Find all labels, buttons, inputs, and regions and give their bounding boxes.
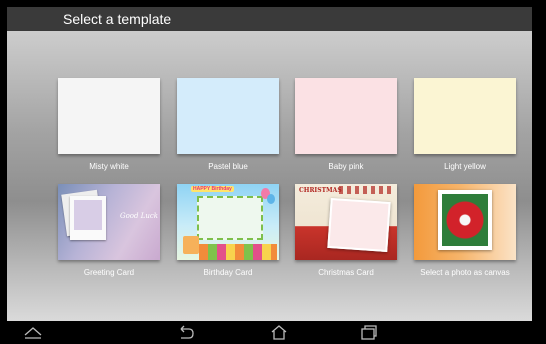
template-label: Greeting Card [83,268,135,277]
template-label: Pastel blue [208,162,248,171]
recent-up-icon[interactable] [24,325,42,339]
template-misty-white[interactable]: Misty white [58,78,160,171]
template-label: Light yellow [444,162,486,171]
template-light-yellow[interactable]: Light yellow [414,78,516,171]
template-label: Christmas Card [318,268,374,277]
template-greeting-card[interactable]: Good Luck Greeting Card [58,184,160,277]
template-thumbnail [414,184,516,260]
template-photo-canvas[interactable]: Select a photo as canvas [414,184,516,277]
gifts-decoration [199,244,277,260]
page-title: Select a template [63,11,172,27]
template-label: Misty white [89,162,129,171]
ornament-decoration [339,186,393,194]
photo-frame [70,196,106,240]
cake-icon [183,236,199,254]
card-text: HAPPY Birthday [191,186,234,192]
template-pastel-blue[interactable]: Pastel blue [177,78,279,171]
template-thumbnail [58,78,160,154]
card-text: Good Luck [120,212,159,220]
photo-frame [438,190,492,250]
recent-apps-icon[interactable] [360,325,378,340]
photo-frame [197,196,263,240]
title-bar: Select a template [7,7,532,31]
template-thumbnail [177,78,279,154]
template-baby-pink[interactable]: Baby pink [295,78,397,171]
template-picker-screen: Select a template Misty white Pastel blu… [7,7,532,321]
balloon-icon [267,194,275,204]
template-thumbnail: Good Luck [58,184,160,260]
system-navigation-bar [0,321,546,344]
template-christmas-card[interactable]: CHRISTMAS Christmas Card [295,184,397,277]
template-birthday-card[interactable]: HAPPY Birthday Birthday Card [177,184,279,277]
card-text: CHRISTMAS [299,187,342,194]
template-thumbnail: CHRISTMAS [295,184,397,260]
template-label: Birthday Card [203,268,253,277]
home-icon[interactable] [270,325,288,340]
template-thumbnail [295,78,397,154]
template-thumbnail [414,78,516,154]
photo-frame [327,197,391,253]
template-label: Select a photo as canvas [420,268,510,277]
template-label: Baby pink [328,162,364,171]
template-thumbnail: HAPPY Birthday [177,184,279,260]
back-icon[interactable] [176,325,194,339]
